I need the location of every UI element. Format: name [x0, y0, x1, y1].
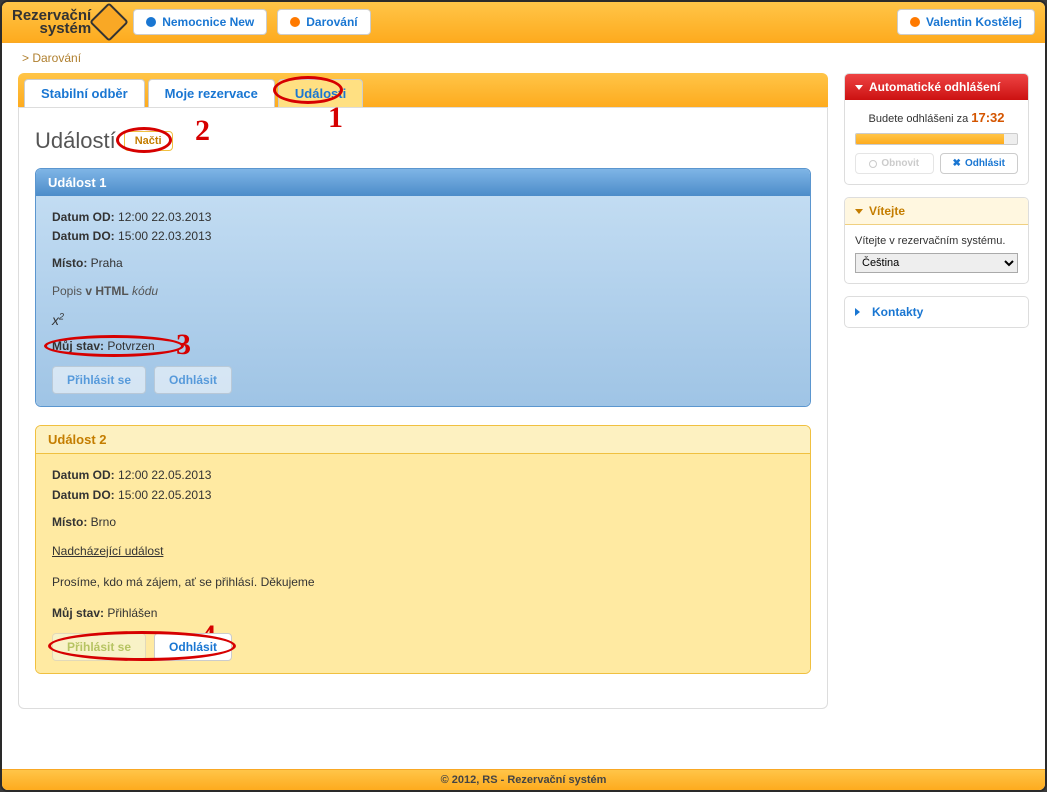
e2-od-val: 12:00 22.05.2013: [118, 468, 211, 482]
event-2-panel: Událost 2 Datum OD: 12:00 22.05.2013 Dat…: [35, 425, 811, 674]
e1-signin-button[interactable]: Přihlásit se: [52, 366, 146, 394]
user-button[interactable]: Valentin Kostělej: [897, 9, 1035, 35]
donation-label: Darování: [306, 15, 357, 29]
e1-desc: Popis v HTML kódu: [52, 282, 794, 301]
hospital-button[interactable]: Nemocnice New: [133, 9, 267, 35]
donation-button[interactable]: Darování: [277, 9, 370, 35]
e1-misto-label: Místo:: [52, 256, 87, 270]
contacts-label: Kontakty: [872, 305, 923, 319]
app-logo: Rezervační systém: [12, 8, 123, 36]
app-header: Rezervační systém Nemocnice New Darování…: [2, 2, 1045, 43]
user-icon: [910, 17, 920, 27]
progress-bar: [856, 134, 1004, 144]
logout-msg: Budete odhlášeni za 17:32: [855, 110, 1018, 125]
main-content: Stabilní odběr Moje rezervace Události 1…: [18, 73, 828, 753]
e2-signin-button[interactable]: Přihlásit se: [52, 633, 146, 661]
e2-misto-label: Místo:: [52, 515, 87, 529]
refresh-button[interactable]: Obnovit: [855, 153, 934, 174]
e1-stav-label: Můj stav:: [52, 339, 104, 353]
chevron-right-icon: [855, 308, 864, 316]
welcome-msg: Vítejte v rezervačním systému.: [855, 235, 1018, 247]
info-icon: [146, 17, 156, 27]
event-1-title: Událost 1: [36, 169, 810, 196]
annotation-3: 3: [176, 321, 191, 369]
auto-logout-title: Automatické odhlášení: [869, 80, 1000, 94]
gift-icon: [290, 17, 300, 27]
tabs: Stabilní odběr Moje rezervace Události 1: [18, 73, 828, 107]
e2-do-label: Datum DO:: [52, 488, 115, 502]
user-label: Valentin Kostělej: [926, 15, 1022, 29]
sidebar: Automatické odhlášení Budete odhlášeni z…: [844, 73, 1029, 753]
event-2-title: Událost 2: [36, 426, 810, 454]
welcome-title: Vítejte: [869, 204, 905, 218]
clock-icon: [869, 160, 877, 168]
tab-events[interactable]: Události: [278, 79, 363, 107]
welcome-header[interactable]: Vítejte: [845, 198, 1028, 225]
logout-time: 17:32: [971, 110, 1004, 125]
e1-stav-val: Potvrzen: [107, 339, 154, 353]
e2-do-val: 15:00 22.05.2013: [118, 488, 211, 502]
e2-signout-button[interactable]: Odhlásit: [154, 633, 232, 661]
logout-button[interactable]: ✖Odhlásit: [940, 153, 1019, 174]
logo-line2: systém: [12, 22, 91, 36]
e2-misto-val: Brno: [91, 515, 116, 529]
e2-od-label: Datum OD:: [52, 468, 115, 482]
event-1-panel: Událost 1 Datum OD: 12:00 22.03.2013 Dat…: [35, 168, 811, 407]
annotation-2: 2: [195, 114, 210, 148]
e2-desc: Prosíme, kdo má zájem, ať se přihlásí. D…: [52, 573, 794, 592]
e1-do-label: Datum DO:: [52, 229, 115, 243]
tab-events-label: Události: [295, 86, 346, 101]
breadcrumb: > Darování: [2, 43, 1045, 73]
logo-icon: [89, 2, 129, 42]
logout-progress: [855, 133, 1018, 145]
e1-od-val: 12:00 22.03.2013: [118, 210, 211, 224]
e1-formula: x2: [52, 309, 794, 331]
tab-stable[interactable]: Stabilní odběr: [24, 79, 145, 107]
page-title: Událostí: [35, 128, 116, 154]
chevron-down-icon: [855, 209, 863, 214]
contacts-toggle[interactable]: Kontakty: [845, 297, 1028, 327]
contacts-widget: Kontakty: [844, 296, 1029, 328]
chevron-down-icon: [855, 85, 863, 90]
tab-reservations[interactable]: Moje rezervace: [148, 79, 275, 107]
footer: © 2012, RS - Rezervační systém: [2, 769, 1045, 790]
e2-stav-label: Můj stav:: [52, 606, 104, 620]
e1-signout-button[interactable]: Odhlásit: [154, 366, 232, 394]
close-icon: ✖: [953, 158, 961, 169]
hospital-label: Nemocnice New: [162, 15, 254, 29]
e1-od-label: Datum OD:: [52, 210, 115, 224]
language-select[interactable]: Čeština: [855, 253, 1018, 273]
e2-heading: Nadcházející událost: [52, 542, 794, 561]
auto-logout-header: Automatické odhlášení: [845, 74, 1028, 100]
auto-logout-widget: Automatické odhlášení Budete odhlášeni z…: [844, 73, 1029, 185]
e2-stav-val: Přihlášen: [107, 606, 157, 620]
welcome-widget: Vítejte Vítejte v rezervačním systému. Č…: [844, 197, 1029, 284]
e1-do-val: 15:00 22.03.2013: [118, 229, 211, 243]
load-button[interactable]: Načti: [124, 131, 173, 151]
e1-misto-val: Praha: [91, 256, 123, 270]
